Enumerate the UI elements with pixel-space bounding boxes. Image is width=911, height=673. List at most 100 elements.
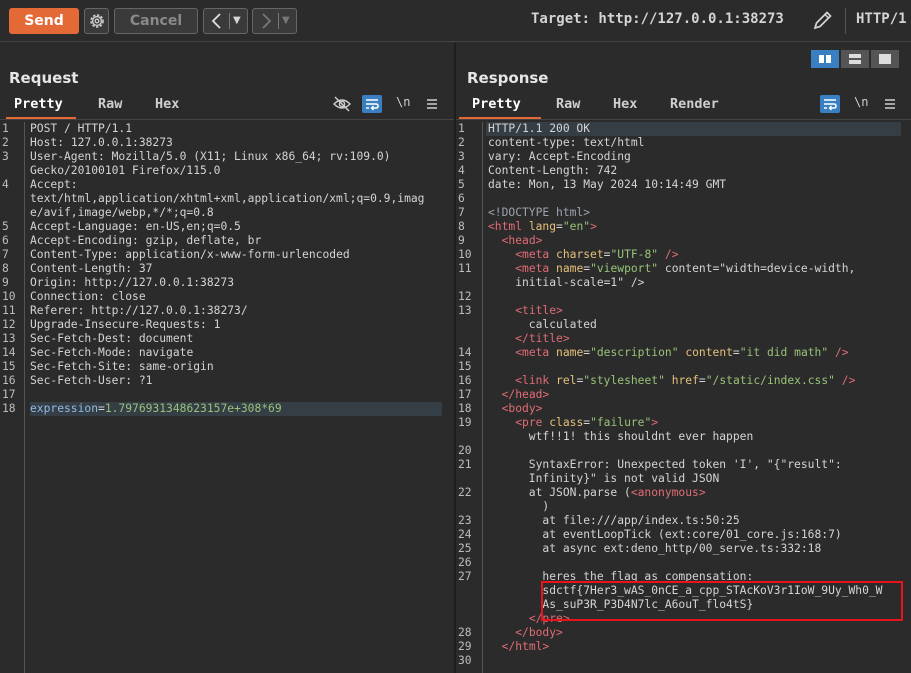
line-gutter [24, 122, 25, 673]
line-number: 10 [458, 248, 472, 261]
line-number: 17 [458, 388, 472, 401]
layout-stacked-button[interactable] [841, 50, 869, 68]
response-pane: Response Pretty Raw Hex Render \n 1 HTTP/… [456, 43, 911, 673]
code-line: Accept-Encoding: gzip, deflate, br [30, 234, 262, 247]
tab-pretty[interactable]: Pretty [459, 93, 541, 119]
tab-hex[interactable]: Hex [613, 93, 637, 119]
line-number: 26 [458, 556, 472, 569]
burp-repeater: Send Cancel ▼ ▼ Target: http://127.0.0.1… [0, 0, 911, 673]
code-line: Content-Length: 742 [488, 164, 618, 177]
line-number: 1 [458, 122, 465, 135]
line-number: 11 [458, 262, 472, 275]
line-number: 2 [2, 136, 9, 149]
forward-history-dropdown[interactable]: ▼ [282, 11, 290, 31]
code-line: Sec-Fetch-Mode: navigate [30, 346, 194, 359]
layout-side-by-side-button[interactable] [811, 50, 839, 68]
line-number: 6 [458, 192, 465, 205]
line-number: 8 [2, 262, 9, 275]
divider [0, 119, 454, 120]
newline-toggle-icon[interactable]: \n [854, 95, 868, 109]
code-line: Content-Length: 37 [30, 262, 153, 275]
flag-highlight-box [541, 581, 903, 621]
line-number: 4 [2, 178, 9, 191]
line-number: 5 [2, 220, 9, 233]
edit-target-icon[interactable] [812, 9, 834, 31]
code-line: User-Agent: Mozilla/5.0 (X11; Linux x86_… [30, 150, 391, 163]
code-line: <head> [501, 234, 543, 247]
line-number: 14 [458, 346, 472, 359]
line-number: 19 [458, 416, 472, 429]
tab-render[interactable]: Render [670, 93, 719, 119]
code-line: at async ext:deno_http/00_serve.ts:332:1… [488, 542, 822, 555]
line-number: 3 [458, 150, 465, 163]
code-line: text/html,application/xhtml+xml,applicat… [30, 192, 425, 205]
code-line: at eventLoopTick (ext:core/01_core.js:16… [488, 528, 842, 541]
code-line: at file:///app/index.ts:50:25 [488, 514, 740, 527]
code-line: initial-scale=1" /> [488, 276, 645, 289]
code-line: <html lang="en"> [488, 220, 597, 233]
code-line: ) [488, 500, 550, 513]
divider [229, 13, 230, 29]
code-line: <meta name="viewport" content="width=dev… [515, 262, 856, 275]
line-number: 9 [2, 276, 9, 289]
code-line: Accept-Language: en-US,en;q=0.5 [30, 220, 241, 233]
cancel-button[interactable]: Cancel [114, 8, 198, 34]
code-line: Origin: http://127.0.0.1:38273 [30, 276, 235, 289]
back-button[interactable]: ▼ [203, 8, 248, 34]
line-number: 9 [458, 234, 465, 247]
chevron-right-icon [262, 13, 272, 29]
toolbar: Send Cancel ▼ ▼ Target: http://127.0.0.1… [0, 0, 911, 42]
newline-toggle-icon[interactable]: \n [396, 95, 410, 109]
menu-icon[interactable] [880, 95, 900, 113]
code-line: wtf!!1! this shouldnt ever happen [488, 430, 754, 443]
line-number: 7 [458, 206, 465, 219]
line-number: 4 [458, 164, 465, 177]
divider [845, 8, 846, 34]
wrap-lines-icon[interactable] [820, 95, 840, 113]
code-line: Referer: http://127.0.0.1:38273/ [30, 304, 248, 317]
code-line: date: Mon, 13 May 2024 10:14:49 GMT [488, 178, 727, 191]
columns-icon [819, 55, 831, 63]
line-number: 23 [458, 514, 472, 527]
line-number: 8 [458, 220, 465, 233]
code-line: calculated [488, 318, 597, 331]
hide-nonprintable-icon[interactable] [332, 95, 352, 113]
line-number: 2 [458, 136, 465, 149]
line-number: 5 [458, 178, 465, 191]
line-gutter [482, 122, 483, 673]
code-line: content-type: text/html [488, 136, 645, 149]
http-version[interactable]: HTTP/1 [856, 11, 907, 27]
tab-raw[interactable]: Raw [556, 93, 580, 119]
gear-icon [90, 14, 104, 28]
tab-hex[interactable]: Hex [155, 93, 179, 119]
wrap-lines-icon[interactable] [362, 95, 382, 113]
forward-button[interactable]: ▼ [252, 8, 297, 34]
line-number: 13 [458, 304, 472, 317]
line-number: 7 [2, 248, 9, 261]
code-line: vary: Accept-Encoding [488, 150, 631, 163]
send-button[interactable]: Send [9, 8, 79, 34]
code-line: Accept: [30, 178, 78, 191]
menu-icon[interactable] [422, 95, 442, 113]
code-line: Connection: close [30, 290, 146, 303]
chevron-left-icon [211, 13, 221, 29]
code-line: <title> [515, 304, 563, 317]
line-number: 30 [458, 654, 472, 667]
line-number: 16 [458, 374, 472, 387]
tab-raw[interactable]: Raw [98, 93, 122, 119]
line-number: 28 [458, 626, 472, 639]
code-line: Host: 127.0.0.1:38273 [30, 136, 173, 149]
line-number: 18 [458, 402, 472, 415]
code-line: POST / HTTP/1.1 [30, 122, 133, 135]
tab-pretty[interactable]: Pretty [6, 93, 76, 119]
layout-single-button[interactable] [871, 50, 899, 68]
line-number: 16 [2, 374, 16, 387]
line-number: 6 [2, 234, 9, 247]
code-line: Sec-Fetch-Dest: document [30, 332, 194, 345]
line-number: 21 [458, 458, 472, 471]
settings-button[interactable] [84, 8, 109, 34]
back-history-dropdown[interactable]: ▼ [233, 11, 241, 31]
line-number: 10 [2, 290, 16, 303]
code-line: </head> [501, 388, 550, 401]
code-line: Gecko/20100101 Firefox/115.0 [30, 164, 221, 177]
